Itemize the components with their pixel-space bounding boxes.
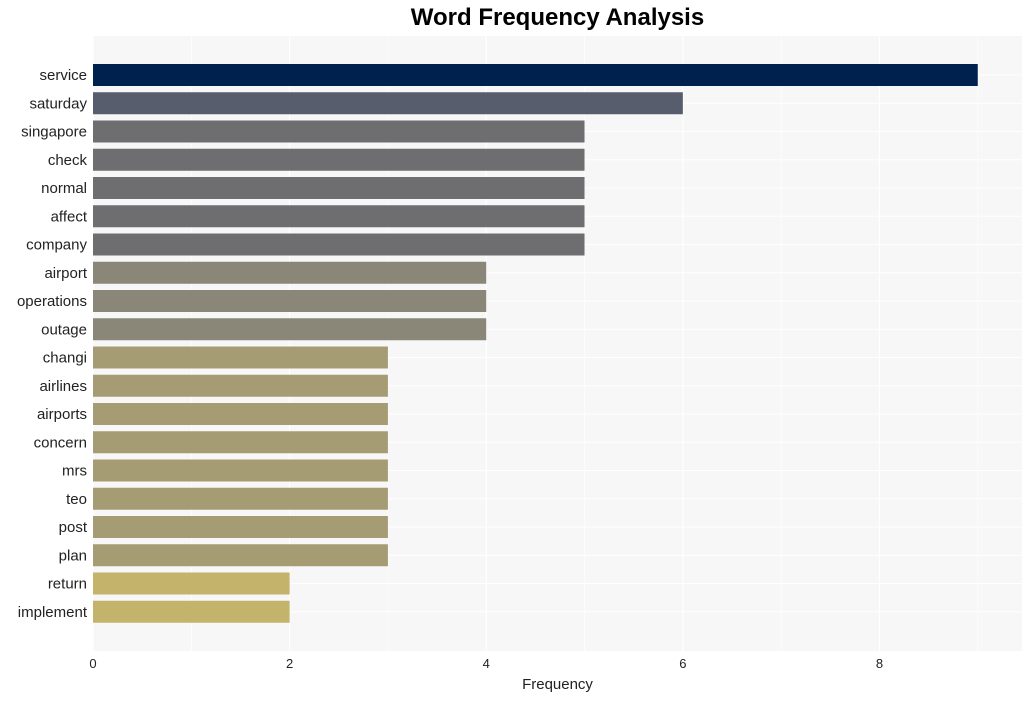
- bar-operations: [93, 290, 487, 312]
- y-tick-label: return: [48, 576, 87, 593]
- y-tick-label: plan: [59, 547, 87, 564]
- x-axis-ticks: 0 2 4 6 8: [89, 656, 883, 671]
- x-tick-label: 8: [876, 656, 883, 671]
- bar-check: [93, 148, 585, 171]
- bar-airlines: [93, 374, 388, 397]
- bar-singapore: [93, 120, 585, 143]
- bar-teo: [93, 487, 388, 510]
- y-tick-label: airports: [37, 406, 87, 423]
- x-tick-label: 4: [483, 656, 490, 671]
- y-tick-label: company: [26, 237, 87, 254]
- bar-airports: [93, 403, 388, 425]
- y-tick-label: operations: [17, 293, 87, 310]
- bar-chart: service saturday singapore check normal affec…: [17, 36, 1022, 693]
- bar-mrs: [93, 459, 388, 482]
- y-tick-label: post: [59, 519, 88, 536]
- y-tick-label: saturday: [29, 95, 87, 112]
- y-tick-label: airport: [44, 265, 87, 282]
- y-tick-label: concern: [34, 434, 87, 451]
- bar-plan: [93, 544, 388, 567]
- y-tick-label: outage: [41, 321, 87, 338]
- y-tick-label: teo: [66, 491, 87, 508]
- y-tick-label: check: [48, 152, 88, 169]
- bar-company: [93, 233, 585, 256]
- y-axis-labels: service saturday singapore check normal affec…: [17, 67, 88, 621]
- y-tick-label: singapore: [21, 124, 87, 141]
- y-tick-label: airlines: [39, 378, 87, 395]
- x-tick-label: 6: [679, 656, 686, 671]
- bar-service: [93, 64, 978, 86]
- y-tick-label: mrs: [62, 463, 87, 480]
- bar-saturday: [93, 92, 683, 115]
- y-tick-label: service: [39, 67, 87, 84]
- y-tick-label: affect: [51, 208, 88, 225]
- bar-concern: [93, 431, 388, 454]
- x-tick-label: 2: [286, 656, 293, 671]
- bar-implement: [93, 600, 290, 623]
- bar-affect: [93, 205, 585, 228]
- x-axis-label: Frequency: [522, 676, 593, 693]
- bar-outage: [93, 318, 487, 341]
- bar-normal: [93, 177, 585, 199]
- y-tick-label: implement: [18, 604, 88, 621]
- bar-changi: [93, 346, 388, 369]
- y-tick-label: normal: [41, 180, 87, 197]
- y-tick-label: changi: [43, 350, 87, 367]
- bar-airport: [93, 261, 487, 284]
- bar-post: [93, 516, 388, 538]
- bar-return: [93, 572, 290, 595]
- x-tick-label: 0: [89, 656, 96, 671]
